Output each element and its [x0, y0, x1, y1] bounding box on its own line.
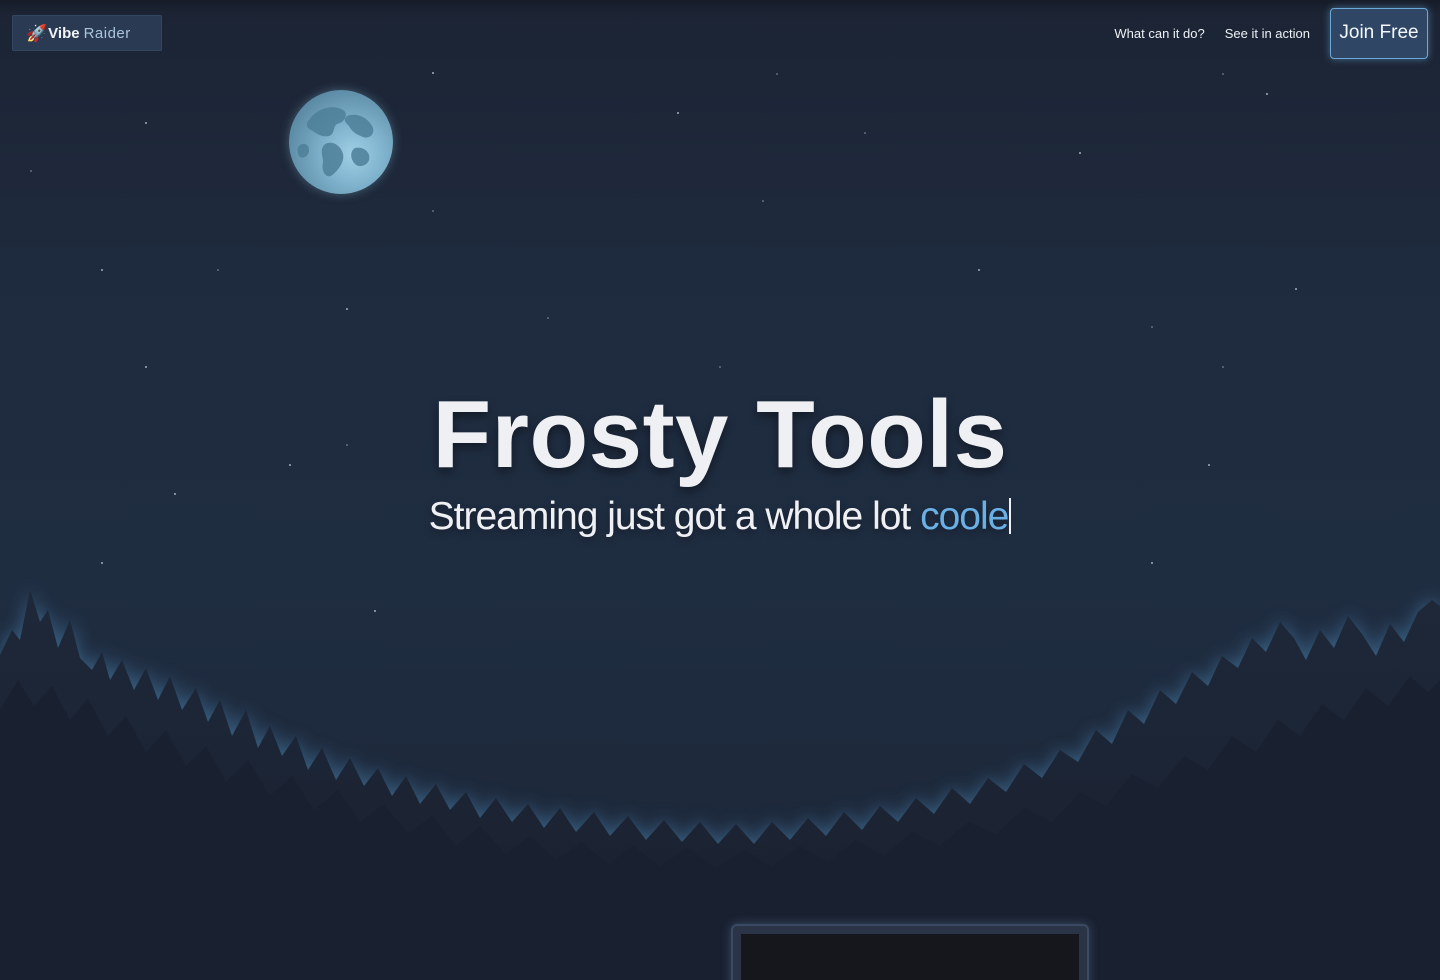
star — [1151, 326, 1153, 328]
logo-button[interactable]: 🚀 Vibe Raider — [12, 15, 162, 51]
moon-globe — [289, 90, 393, 194]
star — [719, 366, 721, 368]
star — [145, 366, 147, 368]
typing-caret — [1009, 498, 1012, 534]
forest-silhouette — [0, 590, 1440, 980]
star — [101, 269, 103, 271]
star — [1079, 152, 1081, 154]
star — [30, 170, 32, 172]
page: 🚀 Vibe Raider What can it do? See it in … — [0, 0, 1440, 980]
star — [547, 317, 549, 319]
star — [1295, 288, 1297, 290]
star — [346, 308, 348, 310]
nav-link-what-can-it-do[interactable]: What can it do? — [1114, 26, 1204, 41]
nav-link-see-it-in-action[interactable]: See it in action — [1225, 26, 1310, 41]
star — [217, 269, 219, 271]
hero-subtitle-prefix: Streaming just got a whole lot — [428, 495, 921, 538]
hero-subtitle: Streaming just got a whole lot coole — [0, 494, 1440, 540]
brand-name-primary: Vibe — [48, 24, 80, 42]
video-preview-frame[interactable] — [731, 924, 1089, 980]
star — [1222, 73, 1224, 75]
star — [762, 200, 764, 202]
moon-continents — [297, 107, 374, 177]
star — [776, 73, 778, 75]
rocket-icon: 🚀 — [26, 23, 48, 43]
star — [432, 210, 434, 212]
hero-title: Frosty Tools — [432, 381, 1008, 488]
star — [432, 72, 434, 74]
top-nav: What can it do? See it in action Join Fr… — [1114, 0, 1440, 66]
hero-subtitle-typed-word: coole — [920, 495, 1009, 538]
star — [1266, 93, 1268, 95]
star — [864, 132, 866, 134]
star — [677, 112, 679, 114]
star — [145, 122, 147, 124]
join-free-button[interactable]: Join Free — [1330, 7, 1428, 59]
star — [1222, 366, 1224, 368]
video-preview-screen — [741, 934, 1079, 980]
star — [978, 269, 980, 271]
brand-name-secondary: Raider — [83, 24, 131, 42]
